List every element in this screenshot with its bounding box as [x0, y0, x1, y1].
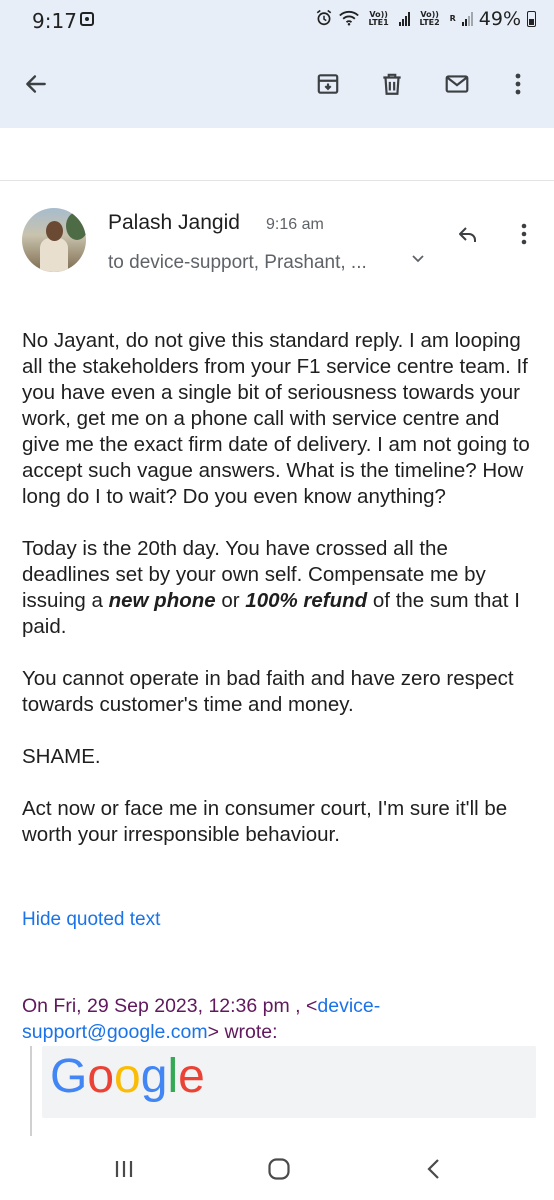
back-button[interactable]: [16, 64, 56, 104]
delete-button[interactable]: [372, 64, 412, 104]
chevron-down-icon[interactable]: [410, 250, 426, 271]
emphasis-new-phone: new phone: [108, 589, 216, 612]
svg-text:Google: Google: [50, 1050, 205, 1103]
more-options-button[interactable]: [498, 64, 538, 104]
sender-name: Palash Jangid: [108, 211, 240, 234]
sent-time: 9:16 am: [266, 216, 324, 233]
quote-attribution: On Fri, 29 Sep 2023, 12:36 pm , <device-…: [22, 993, 522, 1045]
recent-apps-icon: [115, 1161, 133, 1177]
alarm-icon: [315, 9, 333, 30]
notification-icon: [80, 12, 94, 26]
back-nav-button[interactable]: [414, 1152, 454, 1186]
body-paragraph: SHAME.: [22, 745, 101, 768]
recipients-summary[interactable]: to device-support, Prashant, ...: [108, 252, 367, 274]
message-more-button[interactable]: [504, 214, 544, 254]
mark-unread-button[interactable]: [437, 64, 477, 104]
sim1-signal-icon: [398, 12, 410, 26]
home-button[interactable]: [259, 1152, 299, 1186]
battery-percent: 49%: [478, 8, 521, 30]
more-vert-icon: [515, 73, 521, 95]
delete-icon: [383, 73, 401, 95]
email-view-screen: 9:17 Vo)) LTE1 Vo)) LTE2 R 49% Palash Ja…: [0, 0, 554, 1200]
chevron-left-icon: [427, 1159, 439, 1179]
sim2-network-label: Vo)) LTE2: [419, 10, 440, 27]
more-vert-icon: [521, 223, 527, 245]
arrow-back-icon: [26, 75, 46, 93]
status-icons: Vo)) LTE1 Vo)) LTE2 R 49%: [315, 8, 536, 30]
status-time: 9:17: [32, 9, 77, 33]
archive-icon: [317, 74, 339, 94]
mail-icon: [445, 75, 469, 93]
attribution-text: On Fri, 29 Sep 2023, 12:36 pm , <: [22, 995, 318, 1017]
sim1-network-label: Vo)) LTE1: [368, 10, 389, 27]
archive-button[interactable]: [308, 64, 348, 104]
quote-bar: [30, 1046, 32, 1136]
sender-avatar[interactable]: [22, 208, 86, 272]
body-paragraph: You cannot operate in bad faith and have…: [22, 667, 514, 716]
home-icon: [268, 1158, 290, 1180]
google-logo: Google: [50, 1050, 205, 1103]
attribution-text: > wrote:: [207, 1021, 278, 1043]
sim2-signal-icon: [461, 12, 473, 26]
system-nav-bar: [0, 1138, 554, 1200]
body-paragraph: Today is the 20th day. You have crossed …: [22, 536, 538, 640]
body-paragraph: Act now or face me in consumer court, I'…: [22, 797, 508, 846]
divider: [0, 180, 554, 181]
status-bar: 9:17 Vo)) LTE1 Vo)) LTE2 R 49%: [0, 0, 554, 42]
body-paragraph: No Jayant, do not give this standard rep…: [22, 329, 530, 508]
reply-button[interactable]: [448, 214, 488, 254]
emphasis-refund: 100% refund: [245, 589, 368, 612]
battery-icon: [527, 11, 536, 27]
body-text: or: [215, 589, 246, 612]
roaming-indicator: R: [449, 14, 456, 23]
recent-apps-button[interactable]: [104, 1152, 144, 1186]
hide-quoted-text-link[interactable]: Hide quoted text: [22, 909, 160, 931]
reply-icon: [459, 227, 476, 242]
message-body: No Jayant, do not give this standard rep…: [22, 328, 538, 874]
app-bar: [0, 42, 554, 128]
wifi-icon: [338, 10, 359, 29]
